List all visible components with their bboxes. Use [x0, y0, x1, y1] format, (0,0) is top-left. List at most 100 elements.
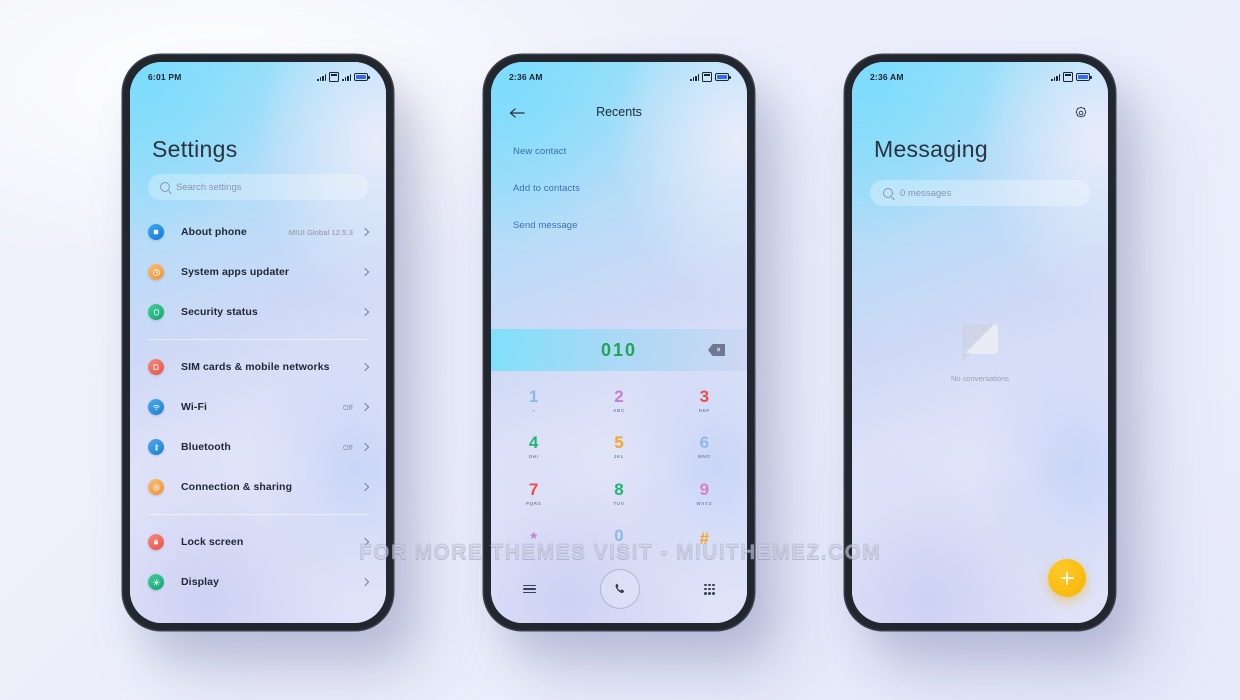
sidebar-item-connection-sharing[interactable]: Connection & sharing — [130, 467, 386, 507]
key-digit: 9 — [699, 479, 710, 499]
settings-list: About phone MIUI Global 12.5.3 System ap… — [130, 212, 386, 623]
key-letters: PQRS — [525, 500, 542, 506]
dialpad-key-6[interactable]: 6 MNO — [662, 424, 747, 471]
bluetooth-icon — [148, 439, 164, 455]
sidebar-item-wifi[interactable]: Wi-Fi Off — [130, 387, 386, 427]
sidebar-item-label: Wi-Fi — [181, 401, 208, 413]
sim-icon — [1063, 72, 1073, 82]
sidebar-item-label: Bluetooth — [181, 441, 231, 453]
display-brightness-icon — [148, 574, 164, 590]
dialer-bottom-bar — [491, 563, 747, 615]
sidebar-item-sim-cards[interactable]: SIM cards & mobile networks — [130, 347, 386, 387]
dialpad-key-0[interactable]: 0 + — [576, 517, 661, 564]
settings-screen: 6:01 PM Settings Search settings About p… — [130, 62, 386, 623]
status-time: 6:01 PM — [148, 72, 182, 82]
connection-sharing-icon — [148, 479, 164, 495]
list-divider — [148, 514, 368, 515]
key-digit: 0 — [614, 526, 624, 546]
empty-state: No conversations — [852, 324, 1108, 383]
dialpad-key-hash[interactable]: # — [662, 517, 747, 564]
sidebar-item-lock-screen[interactable]: Lock screen — [130, 522, 386, 562]
sidebar-item-label: Display — [181, 576, 220, 588]
status-bar-dialer: 2:36 AM — [491, 62, 747, 92]
gear-icon[interactable] — [1074, 106, 1088, 120]
sidebar-item-value: Off — [342, 442, 353, 452]
sidebar-item-security-status[interactable]: Security status — [130, 292, 386, 332]
key-letters: + — [617, 547, 621, 553]
chevron-right-icon — [360, 537, 370, 547]
chevron-right-icon — [360, 402, 370, 412]
key-digit: 3 — [699, 386, 710, 406]
phone-dialer: 2:36 AM Recents New contact Add to conta… — [484, 55, 754, 630]
page-title: Settings — [152, 136, 238, 162]
sidebar-item-about-phone[interactable]: About phone MIUI Global 12.5.3 — [130, 212, 386, 252]
dialpad-key-star[interactable]: * — [491, 517, 576, 564]
search-icon — [160, 182, 170, 192]
key-letters: ∞ — [531, 407, 536, 413]
sim-card-icon — [148, 359, 164, 375]
dialpad-row: * 0 + # — [491, 517, 747, 564]
sidebar-item-label: About phone — [181, 226, 247, 238]
search-input[interactable]: Search settings — [148, 174, 368, 200]
phone-settings: 6:01 PM Settings Search settings About p… — [123, 55, 393, 630]
plus-icon — [1060, 571, 1074, 585]
key-letters: ABC — [613, 407, 625, 413]
key-digit: 1 — [528, 386, 539, 406]
phone-call-icon[interactable] — [600, 569, 640, 609]
sidebar-item-label: Security status — [181, 306, 258, 318]
lock-icon — [148, 534, 164, 550]
key-letters: JKL — [613, 454, 625, 460]
dialpad-key-1[interactable]: 1 ∞ — [491, 377, 576, 424]
search-placeholder: Search settings — [176, 181, 242, 193]
sidebar-item-bluetooth[interactable]: Bluetooth Off — [130, 427, 386, 467]
sidebar-item-display[interactable]: Display — [130, 562, 386, 602]
message-bubble-icon — [962, 324, 998, 362]
status-icons — [690, 72, 731, 82]
dialpad-row: 1 ∞ 2 ABC 3 DEF — [491, 377, 747, 424]
key-digit: 4 — [528, 433, 539, 453]
chevron-right-icon — [360, 577, 370, 587]
dialpad-key-2[interactable]: 2 ABC — [576, 377, 661, 424]
status-bar-settings: 6:01 PM — [130, 62, 386, 92]
dialpad-key-8[interactable]: 8 TUV — [576, 470, 661, 517]
menu-icon[interactable] — [523, 584, 536, 594]
wifi-icon — [148, 399, 164, 415]
key-letters: WXYZ — [696, 500, 713, 506]
battery-icon — [354, 73, 370, 81]
chevron-right-icon — [360, 307, 370, 317]
phone-messaging: 2:36 AM Messaging 0 messages No conversa… — [845, 55, 1115, 630]
page-title: Messaging — [874, 136, 988, 162]
empty-state-text: No conversations — [951, 374, 1009, 383]
backspace-icon[interactable]: × — [708, 344, 725, 356]
sidebar-item-label: System apps updater — [181, 266, 290, 278]
dialpad-key-5[interactable]: 5 JKL — [576, 424, 661, 471]
chevron-right-icon — [360, 442, 370, 452]
sidebar-item-system-apps-updater[interactable]: System apps updater — [130, 252, 386, 292]
status-icons — [1051, 72, 1092, 82]
key-digit: 6 — [699, 433, 710, 453]
search-input[interactable]: 0 messages — [870, 180, 1090, 206]
sidebar-item-value: MIUI Global 12.5.3 — [288, 227, 353, 237]
dialpad-key-3[interactable]: 3 DEF — [662, 377, 747, 424]
send-message-action[interactable]: Send message — [513, 220, 727, 231]
key-digit: 7 — [528, 479, 539, 499]
new-contact-action[interactable]: New contact — [513, 146, 727, 157]
list-divider — [148, 339, 368, 340]
back-arrow-icon[interactable] — [509, 106, 525, 118]
dialer-header: Recents — [491, 96, 747, 128]
dialpad-key-4[interactable]: 4 GHI — [491, 424, 576, 471]
keypad-grid-icon[interactable] — [704, 583, 715, 595]
dialpad-key-7[interactable]: 7 PQRS — [491, 470, 576, 517]
add-message-button[interactable] — [1048, 559, 1086, 597]
sidebar-item-value: Off — [342, 402, 353, 412]
signal-icon — [1051, 73, 1060, 81]
messaging-screen: 2:36 AM Messaging 0 messages No conversa… — [852, 62, 1108, 623]
phones-stage: 6:01 PM Settings Search settings About p… — [0, 0, 1240, 700]
add-to-contacts-action[interactable]: Add to contacts — [513, 183, 727, 194]
key-digit: 5 — [614, 433, 624, 453]
key-letters: DEF — [698, 407, 710, 413]
chevron-right-icon — [360, 362, 370, 372]
dialpad-key-9[interactable]: 9 WXYZ — [662, 470, 747, 517]
key-letters: MNO — [698, 454, 711, 460]
key-digit: # — [699, 528, 710, 548]
